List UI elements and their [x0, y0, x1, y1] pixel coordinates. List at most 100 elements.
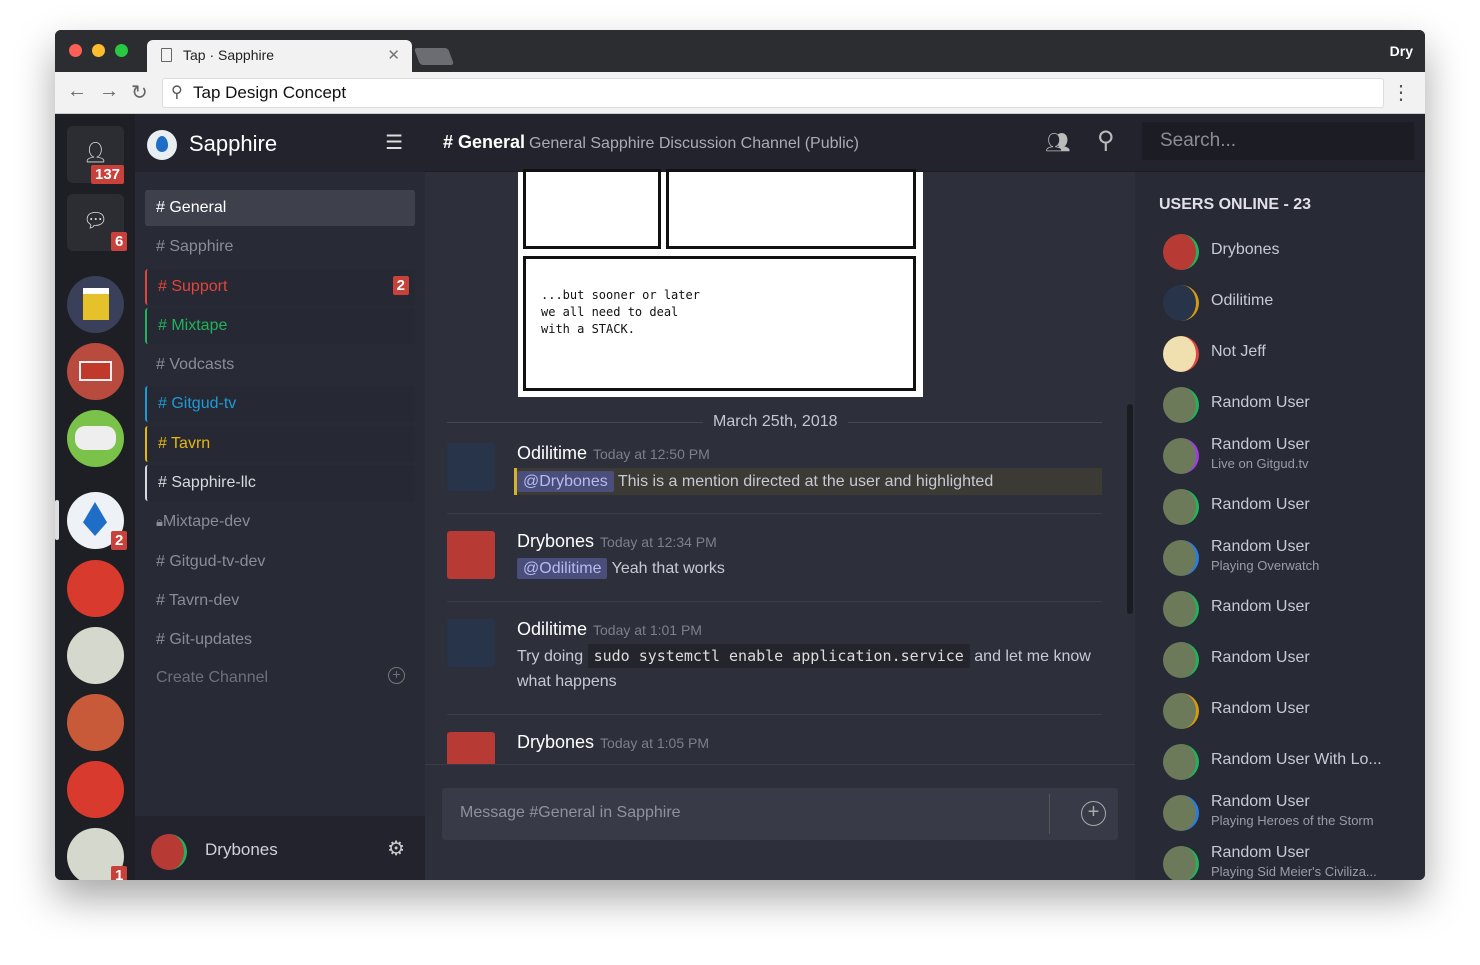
server-gitgud[interactable] [67, 410, 124, 467]
user-avatar [1163, 540, 1199, 576]
browser-tab[interactable]: Tap · Sapphire ✕ [147, 40, 412, 72]
plus-icon: + [388, 667, 405, 684]
author-name[interactable]: Drybones [517, 732, 594, 752]
channel-label: # Mixtape [158, 316, 228, 334]
channel-item[interactable]: # Gitgud-tv-dev [145, 544, 415, 580]
server-beer[interactable] [67, 276, 124, 333]
forward-icon[interactable]: → [99, 80, 119, 103]
channel-item[interactable]: # Tavrn-dev [145, 583, 415, 619]
user-list-item[interactable]: Random User [1163, 691, 1423, 731]
message-separator [447, 513, 1102, 514]
mention[interactable]: @Odilitime [517, 558, 608, 579]
channel-description: General Sapphire Discussion Channel (Pub… [529, 135, 859, 152]
members-icon[interactable]: 👥︎ [1045, 130, 1070, 155]
menu-icon[interactable]: ⋮ [1391, 80, 1411, 105]
channel-item[interactable]: # Git-updates [145, 622, 415, 658]
user-name: Odilitime [1211, 292, 1274, 309]
create-channel-button[interactable]: Create Channel + [145, 660, 415, 696]
user-name: Random User [1211, 436, 1310, 453]
hamburger-menu-icon[interactable]: ☰ [385, 130, 403, 155]
comic-panel [523, 169, 661, 249]
url-text: Tap Design Concept [193, 83, 347, 102]
server-anime[interactable] [67, 627, 124, 684]
tab-title: Tap · Sapphire [183, 47, 275, 63]
search-icon[interactable]: ⚲ [1097, 126, 1115, 155]
timestamp: Today at 12:34 PM [600, 534, 717, 550]
search-input[interactable]: Search... [1142, 122, 1414, 160]
close-tab-icon[interactable]: ✕ [387, 46, 400, 64]
mention[interactable]: @Drybones [517, 471, 614, 492]
channel-item[interactable]: # Support 2 [145, 268, 415, 305]
user-list-item[interactable]: Random User [1163, 589, 1423, 629]
channel-item[interactable]: 🔒︎Mixtape-dev [145, 504, 415, 540]
server-mixtape[interactable] [67, 343, 124, 400]
close-window-button[interactable] [69, 44, 82, 57]
user-list-item[interactable]: Drybones [1163, 232, 1423, 272]
scrollbar[interactable] [1127, 404, 1133, 614]
author-avatar[interactable] [447, 443, 495, 491]
channel-item[interactable]: # Tavrn [145, 425, 415, 462]
user-list-item[interactable]: Random User Playing Sid Meier's Civiliza.… [1163, 844, 1423, 880]
comic-panel: ...but sooner or later we all need to de… [523, 256, 916, 391]
beer-icon [83, 288, 109, 320]
author-avatar[interactable] [447, 531, 495, 579]
author-name[interactable]: Odilitime [517, 619, 587, 639]
user-list-item[interactable]: Random User Live on Gitgud.tv [1163, 436, 1423, 476]
channel-label: # Gitgud-tv [158, 395, 237, 413]
author-name[interactable]: Drybones [517, 531, 594, 551]
gamepad-icon [75, 426, 116, 450]
reload-icon[interactable]: ↻ [131, 80, 148, 105]
timestamp: Today at 1:05 PM [600, 735, 709, 751]
channel-item[interactable]: # Sapphire [145, 229, 415, 265]
user-list-item[interactable]: Random User Playing Overwatch [1163, 538, 1423, 578]
unread-badge: 2 [392, 275, 409, 295]
user-list-item[interactable]: Random User [1163, 640, 1423, 680]
user-name: Random User [1211, 538, 1310, 555]
current-user-avatar[interactable] [151, 834, 187, 870]
sapphire-logo [147, 130, 177, 160]
cassette-icon [79, 361, 112, 381]
author-avatar[interactable] [447, 732, 495, 764]
user-list-item[interactable]: Random User [1163, 385, 1423, 425]
message: Drybones Today at 1:05 PM [447, 732, 1102, 764]
profile-label[interactable]: Dry [1390, 43, 1413, 59]
channel-title: # General [443, 132, 526, 152]
user-list-item[interactable]: Odilitime [1163, 283, 1423, 323]
server-vioya-fm[interactable] [67, 560, 124, 617]
message-text: Yeah that works [611, 560, 725, 577]
document-icon [161, 48, 172, 62]
author-avatar[interactable] [447, 619, 495, 667]
friends-badge: 137 [91, 165, 125, 184]
channel-item[interactable]: # Vodcasts [145, 347, 415, 383]
user-list-item[interactable]: Random User [1163, 487, 1423, 527]
user-avatar [1163, 438, 1199, 474]
back-icon[interactable]: ← [67, 80, 87, 103]
server-vioya-fm-2[interactable] [67, 761, 124, 818]
divider [1049, 794, 1050, 834]
channel-item[interactable]: # Gitgud-tv [145, 386, 415, 423]
url-input[interactable]: ⚲ Tap Design Concept [162, 78, 1384, 108]
user-status: Playing Overwatch [1211, 558, 1320, 573]
author-name[interactable]: Odilitime [517, 443, 587, 463]
user-name: Not Jeff [1211, 343, 1266, 360]
message-input[interactable]: Message #General in Sapphire + [442, 788, 1118, 840]
settings-gear-icon[interactable]: ⚙ [387, 836, 405, 861]
channel-item[interactable]: # Mixtape [145, 307, 415, 344]
new-tab-button[interactable] [413, 48, 455, 65]
channel-item[interactable]: # Sapphire-llc [145, 465, 415, 502]
add-attachment-icon[interactable]: + [1081, 801, 1106, 826]
title-bar: Tap · Sapphire ✕ Dry [55, 30, 1425, 72]
anime-badge: 1 [111, 866, 128, 880]
user-name: Random User [1211, 700, 1310, 717]
message-separator [447, 601, 1102, 602]
user-name: Random User [1211, 394, 1310, 411]
user-list-item[interactable]: Random User With Lo... [1163, 742, 1423, 782]
messages-badge: 6 [111, 232, 128, 251]
user-list-item[interactable]: Random User Playing Heroes of the Storm [1163, 793, 1423, 833]
user-list-item[interactable]: Not Jeff [1163, 334, 1423, 374]
maximize-window-button[interactable] [115, 44, 128, 57]
minimize-window-button[interactable] [92, 44, 105, 57]
channel-item[interactable]: # General [145, 190, 415, 226]
sapphire-badge: 2 [111, 531, 128, 550]
server-face[interactable] [67, 694, 124, 751]
